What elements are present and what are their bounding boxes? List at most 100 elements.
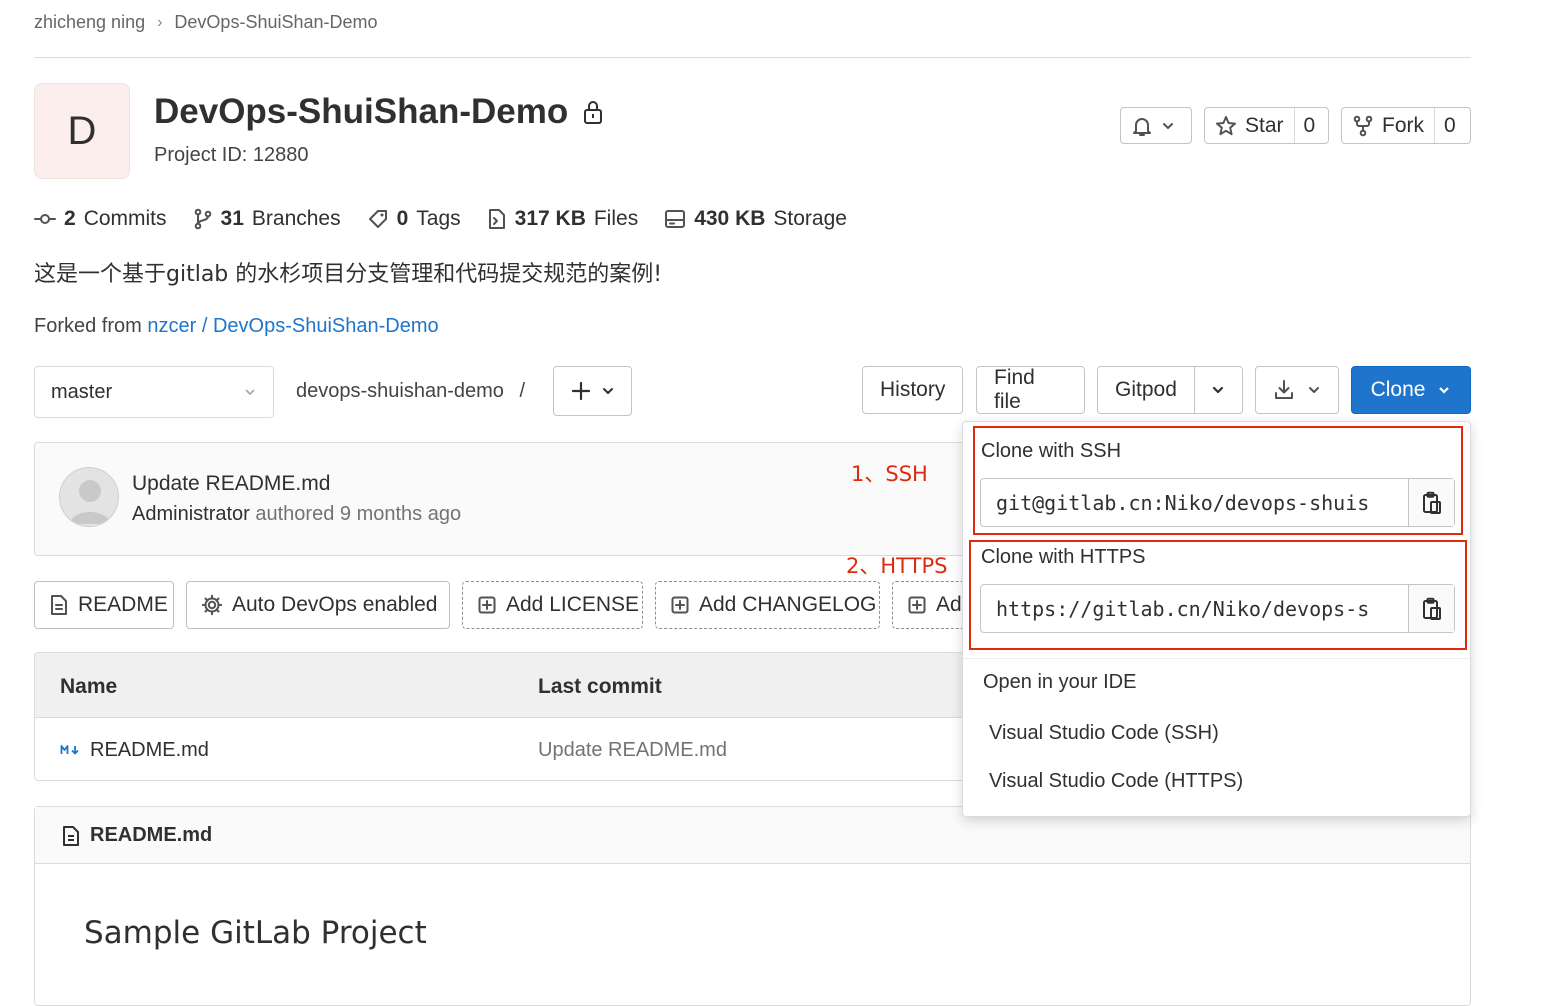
add-changelog-button[interactable]: Add CHANGELOG bbox=[655, 581, 880, 629]
chevron-down-icon bbox=[1161, 119, 1175, 133]
commits-count: 2 bbox=[64, 207, 76, 230]
gitpod-label: Gitpod bbox=[1115, 378, 1177, 401]
fork-icon bbox=[1352, 115, 1374, 137]
storage-label: Storage bbox=[773, 207, 847, 230]
project-name: DevOps-ShuiShan-Demo bbox=[154, 92, 569, 131]
commit-meta: Administrator authored 9 months ago bbox=[132, 503, 461, 526]
tag-icon bbox=[367, 208, 389, 230]
chevron-down-icon bbox=[243, 385, 257, 399]
open-in-ide-header: Open in your IDE bbox=[983, 671, 1137, 693]
branches-stat[interactable]: 31 Branches bbox=[193, 207, 341, 231]
avatar[interactable] bbox=[59, 467, 119, 527]
clipboard-icon bbox=[1422, 597, 1442, 621]
project-id: Project ID: 12880 bbox=[154, 144, 309, 166]
star-icon bbox=[1215, 115, 1237, 137]
star-count[interactable]: 0 bbox=[1293, 108, 1325, 143]
branches-count: 31 bbox=[220, 207, 244, 230]
clone-ssh-field[interactable]: git@gitlab.cn:Niko/devops-shuis bbox=[980, 478, 1455, 527]
ssh-url-input[interactable]: git@gitlab.cn:Niko/devops-shuis bbox=[981, 479, 1408, 526]
plus-square-icon bbox=[477, 595, 497, 615]
branch-name: master bbox=[51, 380, 113, 403]
project-avatar[interactable]: D bbox=[34, 83, 130, 179]
fork-count[interactable]: 0 bbox=[1434, 108, 1465, 143]
branches-label: Branches bbox=[251, 207, 341, 230]
chevron-down-icon bbox=[1307, 383, 1321, 397]
chevron-down-icon bbox=[1437, 383, 1451, 397]
readme-filename[interactable]: README.md bbox=[90, 824, 212, 847]
download-dropdown[interactable] bbox=[1255, 366, 1339, 414]
clone-https-field[interactable]: https://gitlab.cn/Niko/devops-s bbox=[980, 584, 1455, 633]
page-title: DevOps-ShuiShan-Demo bbox=[154, 92, 604, 132]
gitpod-button[interactable]: Gitpod bbox=[1097, 366, 1243, 414]
files-label: Files bbox=[593, 207, 639, 230]
storage-size: 430 KB bbox=[694, 207, 766, 230]
divider bbox=[34, 57, 1471, 58]
clone-ssh-label: Clone with SSH bbox=[981, 440, 1122, 462]
storage-stat[interactable]: 430 KB Storage bbox=[664, 207, 847, 231]
copy-ssh-button[interactable] bbox=[1408, 479, 1454, 526]
annotation-https: 2、HTTPS bbox=[846, 554, 948, 578]
forked-from-label: Forked from bbox=[34, 315, 142, 337]
auto-devops-button[interactable]: Auto DevOps enabled bbox=[186, 581, 450, 629]
chevron-right-icon: › bbox=[157, 13, 163, 31]
fork-label: Fork bbox=[1382, 113, 1424, 137]
file-text-icon bbox=[62, 825, 80, 847]
forked-from: Forked from nzcer / DevOps-ShuiShan-Demo bbox=[34, 315, 439, 338]
branch-selector[interactable]: master bbox=[34, 366, 274, 418]
forked-from-link[interactable]: nzcer / DevOps-ShuiShan-Demo bbox=[147, 315, 438, 337]
tags-count: 0 bbox=[396, 207, 409, 230]
chevron-down-icon bbox=[1211, 383, 1225, 397]
commits-label: Commits bbox=[83, 207, 167, 230]
commit-author[interactable]: Administrator bbox=[132, 503, 250, 525]
tags-stat[interactable]: 0 Tags bbox=[367, 207, 461, 231]
files-stat[interactable]: 317 KB Files bbox=[487, 207, 639, 231]
markdown-icon bbox=[60, 743, 82, 757]
bell-icon bbox=[1131, 115, 1153, 137]
auto-devops-label: Auto DevOps enabled bbox=[232, 593, 438, 616]
copy-https-button[interactable] bbox=[1408, 585, 1454, 632]
file-size-icon bbox=[487, 208, 507, 230]
add-license-label: Add LICENSE bbox=[506, 593, 640, 616]
add-to-tree-dropdown[interactable] bbox=[553, 366, 632, 416]
path-separator: / bbox=[519, 380, 526, 402]
history-button[interactable]: History bbox=[862, 366, 963, 414]
file-last-commit[interactable]: Update README.md bbox=[538, 739, 727, 762]
gitpod-dropdown-toggle[interactable] bbox=[1193, 367, 1241, 413]
star-button[interactable]: Star 0 bbox=[1204, 107, 1329, 144]
chevron-down-icon bbox=[601, 384, 615, 398]
readme-panel: README.md Sample GitLab Project bbox=[34, 806, 1471, 1006]
readme-heading: Sample GitLab Project bbox=[84, 915, 427, 951]
notification-dropdown[interactable] bbox=[1120, 107, 1192, 144]
plus-square-icon bbox=[907, 595, 927, 615]
repo-path: devops-shuishan-demo / bbox=[296, 380, 525, 403]
plus-icon bbox=[571, 381, 591, 401]
column-last-commit: Last commit bbox=[538, 675, 662, 698]
fork-button[interactable]: Fork 0 bbox=[1341, 107, 1471, 144]
repo-path-root[interactable]: devops-shuishan-demo bbox=[296, 380, 504, 402]
download-icon bbox=[1273, 379, 1295, 401]
add-license-button[interactable]: Add LICENSE bbox=[462, 581, 643, 629]
breadcrumb-user[interactable]: zhicheng ning bbox=[34, 12, 145, 33]
ide-vscode-ssh[interactable]: Visual Studio Code (SSH) bbox=[989, 722, 1219, 745]
ide-vscode-https[interactable]: Visual Studio Code (HTTPS) bbox=[989, 770, 1243, 793]
https-url-input[interactable]: https://gitlab.cn/Niko/devops-s bbox=[981, 585, 1408, 632]
readme-button[interactable]: README bbox=[34, 581, 174, 629]
find-file-button[interactable]: Find file bbox=[976, 366, 1085, 414]
file-name[interactable]: README.md bbox=[90, 739, 209, 762]
plus-square-icon bbox=[670, 595, 690, 615]
clone-button[interactable]: Clone bbox=[1351, 366, 1471, 414]
column-name: Name bbox=[60, 675, 118, 698]
history-label: History bbox=[880, 378, 946, 401]
project-avatar-letter: D bbox=[67, 108, 97, 153]
commits-stat[interactable]: 2 Commits bbox=[34, 207, 167, 231]
star-label: Star bbox=[1245, 113, 1284, 137]
add-changelog-label: Add CHANGELOG bbox=[699, 593, 877, 616]
clone-label: Clone bbox=[1370, 378, 1426, 401]
branch-icon bbox=[193, 208, 213, 230]
find-file-label: Find file bbox=[994, 366, 1035, 413]
commit-title[interactable]: Update README.md bbox=[132, 472, 330, 496]
project-description: 这是一个基于gitlab 的水杉项目分支管理和代码提交规范的案例! bbox=[34, 262, 663, 287]
clipboard-icon bbox=[1422, 491, 1442, 515]
breadcrumb-project[interactable]: DevOps-ShuiShan-Demo bbox=[174, 12, 377, 33]
commit-icon bbox=[34, 212, 56, 226]
